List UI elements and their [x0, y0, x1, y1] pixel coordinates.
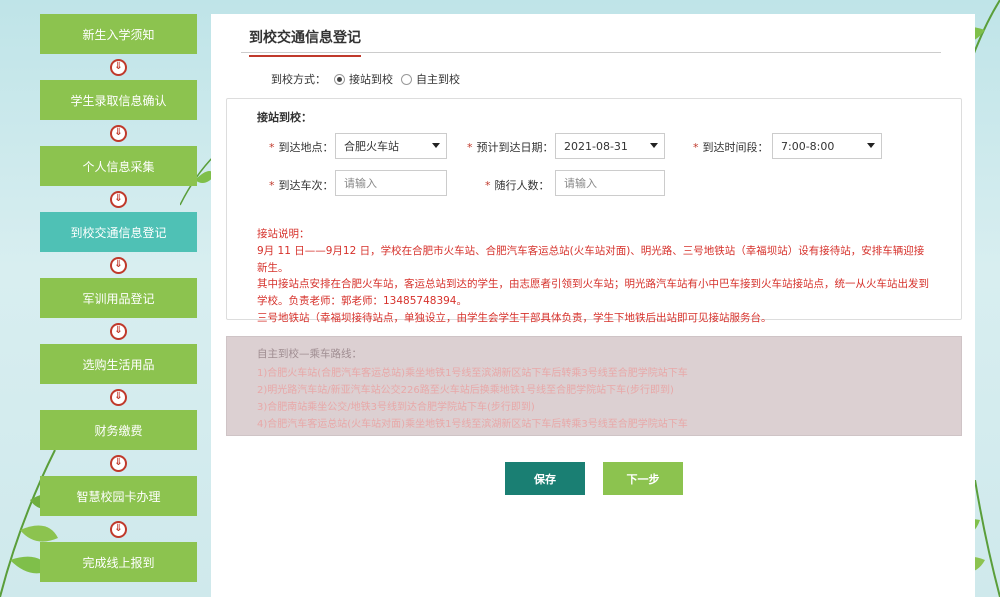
- time-label: * 到达时间段：: [693, 141, 769, 154]
- pickup-notes: 接站说明： 9月 11 日——9月12 日，学校在合肥市火车站、合肥汽车客运总站…: [257, 228, 929, 324]
- step-daily-supplies[interactable]: 选购生活用品: [40, 344, 197, 384]
- progress-sidebar: 新生入学须知 ⇓ 学生录取信息确认 ⇓ 个人信息采集 ⇓ 到校交通信息登记 ⇓ …: [40, 14, 197, 582]
- step-arrow: ⇓: [40, 384, 197, 410]
- save-button[interactable]: 保存: [505, 462, 585, 495]
- radio-self-arrival[interactable]: 自主到校: [401, 71, 460, 87]
- radio-unchecked-icon: [401, 73, 412, 85]
- down-arrow-icon: ⇓: [110, 454, 127, 472]
- step-arrow: ⇓: [40, 318, 197, 344]
- self-arrival-section: 自主到校—乘车路线： 1)合肥火车站(合肥汽车客运总站)乘坐地铁1号线至滨湖新区…: [226, 336, 962, 436]
- down-arrow-icon: ⇓: [110, 520, 127, 538]
- dropdown-caret-icon: [867, 143, 875, 148]
- step-enrollment-notice[interactable]: 新生入学须知: [40, 14, 197, 54]
- step-arrow: ⇓: [40, 516, 197, 542]
- companions-input[interactable]: 请输入: [555, 170, 665, 196]
- pickup-section-title: 接站到校：: [257, 111, 312, 124]
- radio-pickup-label: 接站到校: [349, 73, 393, 86]
- down-arrow-icon: ⇓: [110, 58, 127, 76]
- main-panel: 到校交通信息登记 到校方式： 接站到校 自主到校 接站到校： * 到达地点： 合肥…: [211, 14, 975, 597]
- self-arrival-routes: 1)合肥火车站(合肥汽车客运总站)乘坐地铁1号线至滨湖新区站下车后转乘3号线至合…: [257, 368, 688, 430]
- down-arrow-icon: ⇓: [110, 124, 127, 142]
- next-step-button[interactable]: 下一步: [603, 462, 683, 495]
- step-arrow: ⇓: [40, 450, 197, 476]
- location-label: * 到达地点：: [269, 141, 334, 154]
- train-input[interactable]: 请输入: [335, 170, 447, 196]
- step-arrow: ⇓: [40, 54, 197, 80]
- train-label: * 到达车次：: [269, 179, 334, 192]
- pickup-section: 接站到校： * 到达地点： 合肥火车站 * 预计到达日期： 2021-08-31 *…: [226, 98, 962, 324]
- dropdown-caret-icon: [432, 143, 440, 148]
- down-arrow-icon: ⇓: [110, 256, 127, 274]
- date-label: * 预计到达日期：: [467, 141, 554, 154]
- step-personal-info[interactable]: 个人信息采集: [40, 146, 197, 186]
- date-select[interactable]: 2021-08-31: [555, 133, 665, 159]
- radio-checked-icon: [334, 73, 345, 85]
- location-select[interactable]: 合肥火车站: [335, 133, 447, 159]
- down-arrow-icon: ⇓: [110, 388, 127, 406]
- dropdown-caret-icon: [650, 143, 658, 148]
- companions-label: * 随行人数：: [485, 179, 550, 192]
- down-arrow-icon: ⇓: [110, 322, 127, 340]
- step-arrow: ⇓: [40, 252, 197, 278]
- self-arrival-title: 自主到校—乘车路线：: [257, 348, 362, 360]
- step-arrow: ⇓: [40, 120, 197, 146]
- arrival-mode-label: 到校方式：: [271, 73, 326, 86]
- step-arrow: ⇓: [40, 186, 197, 212]
- step-complete-registration[interactable]: 完成线上报到: [40, 542, 197, 582]
- down-arrow-icon: ⇓: [110, 190, 127, 208]
- radio-self-label: 自主到校: [416, 73, 460, 86]
- step-transport-registration[interactable]: 到校交通信息登记: [40, 212, 197, 252]
- time-select[interactable]: 7:00-8:00: [772, 133, 882, 159]
- radio-pickup[interactable]: 接站到校: [334, 71, 393, 87]
- step-admission-confirm[interactable]: 学生录取信息确认: [40, 80, 197, 120]
- step-payment[interactable]: 财务缴费: [40, 410, 197, 450]
- title-divider: [241, 52, 941, 53]
- step-military-supplies[interactable]: 军训用品登记: [40, 278, 197, 318]
- step-campus-card[interactable]: 智慧校园卡办理: [40, 476, 197, 516]
- arrival-mode-row: 到校方式： 接站到校 自主到校: [271, 71, 460, 87]
